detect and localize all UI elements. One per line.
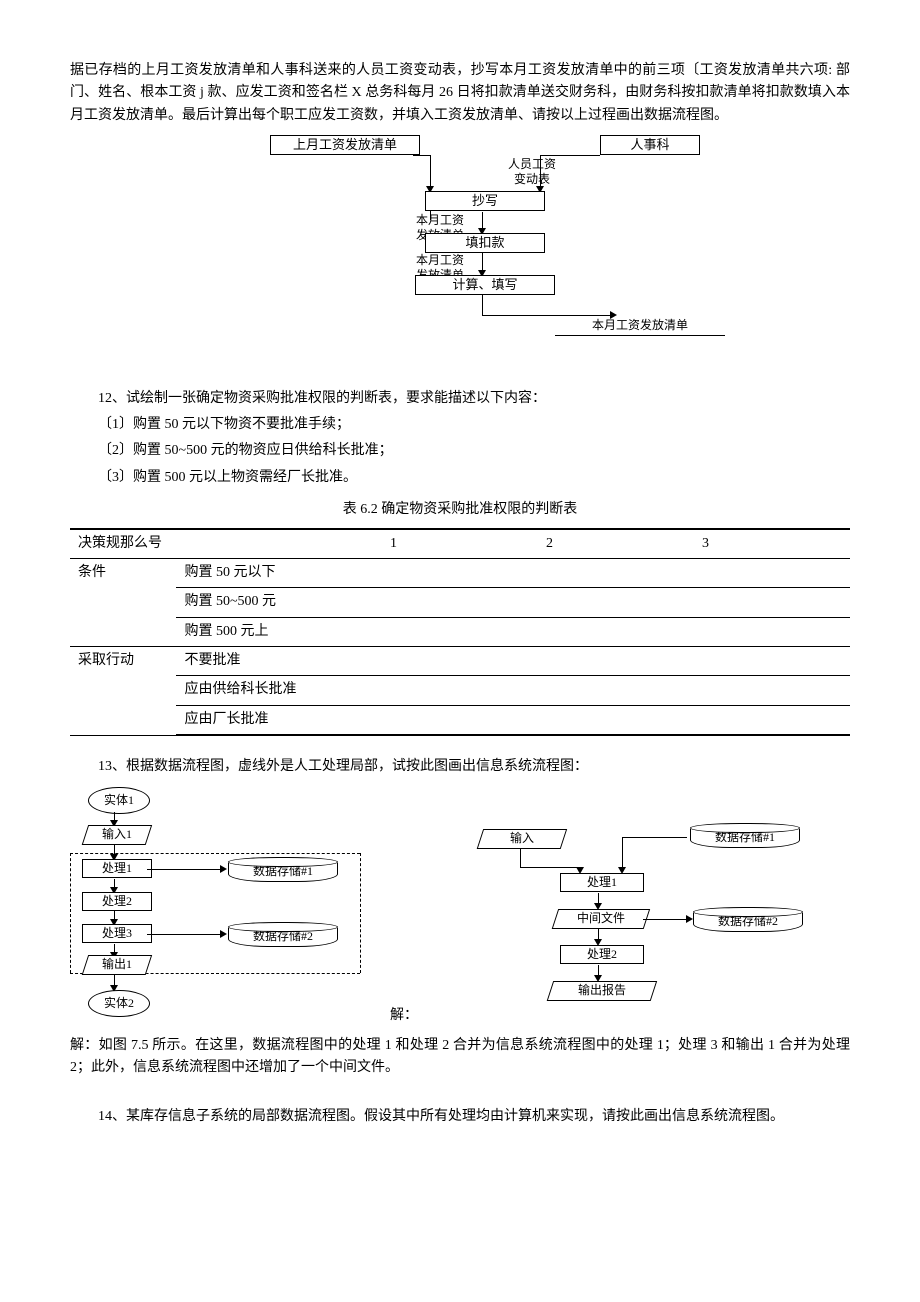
flowchart-dfd-pair: 实体1 输入1 处理1 数据存储#1 处理2 处理3 数据存储#2 输出1 xyxy=(70,787,830,1027)
cell xyxy=(382,558,538,587)
ans13-paragraph: 解：如图 7.5 所示。在这里，数据流程图中的处理 1 和处理 2 合并为信息系… xyxy=(70,1035,850,1080)
l-d2: 数据存储#2 xyxy=(228,922,338,947)
l-e1: 实体1 xyxy=(88,787,150,815)
cell xyxy=(694,588,850,617)
cell xyxy=(382,647,538,676)
act-0: 不要批准 xyxy=(176,647,382,676)
act-1: 应由供给科长批准 xyxy=(176,676,382,705)
r-p2: 处理2 xyxy=(560,945,644,965)
cond-0: 购置 50 元以下 xyxy=(176,558,382,587)
l-p2: 处理2 xyxy=(82,892,152,912)
cell xyxy=(694,558,850,587)
q12-sub3: 〔3〕购置 500 元以上物资需经厂长批准。 xyxy=(70,467,850,489)
cell xyxy=(382,705,538,735)
cell xyxy=(538,705,694,735)
l-in1: 输入1 xyxy=(82,825,152,845)
l-out1: 输出1 xyxy=(82,955,152,975)
th-rule: 决策规那么号 xyxy=(70,529,382,559)
intro-paragraph: 据已存档的上月工资发放清单和人事科送来的人员工资变动表，抄写本月工资发放清单中的… xyxy=(70,60,850,127)
act-2: 应由厂长批准 xyxy=(176,705,382,735)
fc1-step1: 抄写 xyxy=(425,191,545,211)
cell xyxy=(382,588,538,617)
fc1-step2: 填扣款 xyxy=(425,233,545,253)
flowchart-salary: 上月工资发放清单 人事科 人员工资 变动表 抄写 本月工资 发放清单 填扣款 本… xyxy=(70,135,850,363)
cell xyxy=(694,705,850,735)
q12-sub2: 〔2〕购置 50~500 元的物资应日供给科长批准； xyxy=(70,440,850,462)
l-e2: 实体2 xyxy=(88,990,150,1018)
cell xyxy=(538,588,694,617)
l-p3: 处理3 xyxy=(82,924,152,944)
decision-table: 决策规那么号 1 2 3 条件 购置 50 元以下 购置 50~500 元 购置… xyxy=(70,528,850,737)
cell xyxy=(694,647,850,676)
th-2: 2 xyxy=(538,529,694,559)
cell xyxy=(382,617,538,646)
cell xyxy=(538,647,694,676)
document-page: 据已存档的上月工资发放清单和人事科送来的人员工资变动表，抄写本月工资发放清单中的… xyxy=(0,0,920,1192)
q12-sub1: 〔1〕购置 50 元以下物资不要批准手续； xyxy=(70,414,850,436)
r-d1: 数据存储#1 xyxy=(690,823,800,848)
cell xyxy=(538,617,694,646)
q14-line: 14、某库存信息子系统的局部数据流程图。假设其中所有处理均由计算机来实现，请按此… xyxy=(70,1106,850,1128)
fc1-top-left: 上月工资发放清单 xyxy=(270,135,420,155)
fc1-out: 本月工资发放清单 xyxy=(560,318,720,332)
cell xyxy=(694,617,850,646)
table-caption: 表 6.2 确定物资采购批准权限的判断表 xyxy=(70,499,850,521)
r-mid: 中间文件 xyxy=(552,909,650,929)
fc1-edge-label: 人员工资 变动表 xyxy=(492,157,572,186)
act-label: 采取行动 xyxy=(70,647,176,736)
cond-2: 购置 500 元上 xyxy=(176,617,382,646)
th-3: 3 xyxy=(694,529,850,559)
cell xyxy=(382,676,538,705)
fc1-top-right: 人事科 xyxy=(600,135,700,155)
th-1: 1 xyxy=(382,529,538,559)
r-out: 输出报告 xyxy=(547,981,657,1001)
q13-line: 13、根据数据流程图，虚线外是人工处理局部，试按此图画出信息系统流程图： xyxy=(70,756,850,778)
l-p1: 处理1 xyxy=(82,859,152,879)
cond-1: 购置 50~500 元 xyxy=(176,588,382,617)
r-in: 输入 xyxy=(477,829,567,849)
cell xyxy=(538,558,694,587)
cell xyxy=(538,676,694,705)
separator-label: 解： xyxy=(390,1005,418,1027)
q12-line: 12、试绘制一张确定物资采购批准权限的判断表，要求能描述以下内容： xyxy=(70,388,850,410)
cell xyxy=(694,676,850,705)
cond-label: 条件 xyxy=(70,558,176,646)
r-d2: 数据存储#2 xyxy=(693,907,803,932)
r-p1: 处理1 xyxy=(560,873,644,893)
l-d1: 数据存储#1 xyxy=(228,857,338,882)
fc1-step3: 计算、填写 xyxy=(415,275,555,295)
